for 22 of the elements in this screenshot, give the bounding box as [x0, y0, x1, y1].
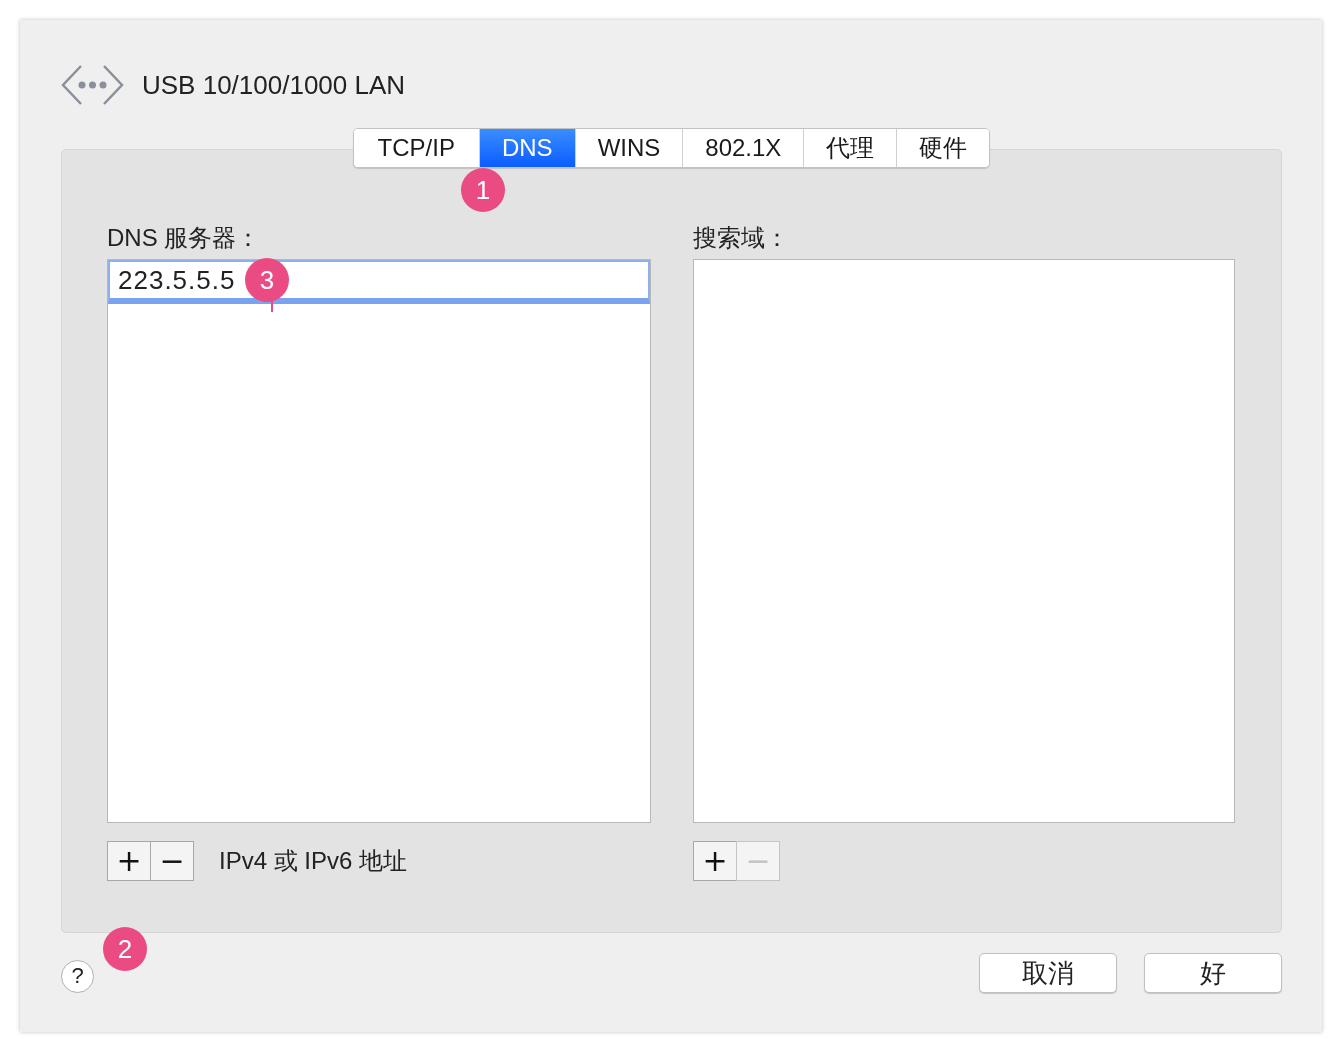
add-button[interactable]: + — [693, 841, 737, 881]
annotation-badge: 2 — [103, 927, 147, 971]
search-domains-label: 搜索域： — [693, 223, 790, 250]
network-icon — [61, 64, 124, 106]
annotation-badge: 1 — [461, 168, 505, 212]
help-button[interactable]: ? — [61, 959, 94, 993]
add-button[interactable]: + — [107, 841, 151, 881]
dns-servers-label: DNS 服务器： — [107, 223, 262, 250]
tab[interactable]: TCP/IP — [353, 129, 479, 167]
tab[interactable]: DNS — [478, 129, 575, 167]
dialog-button[interactable]: 好 — [1144, 953, 1282, 993]
address-hint: IPv4 或 IPv6 地址 — [219, 846, 408, 876]
tab[interactable]: WINS — [574, 129, 683, 167]
annotation-badge: 3 — [245, 258, 290, 302]
dns-server-row[interactable]: 223.5.5.5 3 — [108, 260, 650, 304]
dns-server-address: 223.5.5.5 — [118, 264, 236, 296]
tab[interactable]: 硬件 — [896, 129, 990, 167]
tab[interactable]: 代理 — [803, 129, 897, 167]
tab[interactable]: 802.1X — [682, 129, 804, 167]
dialog-button[interactable]: 取消 — [979, 953, 1117, 993]
remove-button[interactable]: − — [150, 841, 194, 881]
window-title: USB 10/100/1000 LAN — [142, 69, 406, 101]
